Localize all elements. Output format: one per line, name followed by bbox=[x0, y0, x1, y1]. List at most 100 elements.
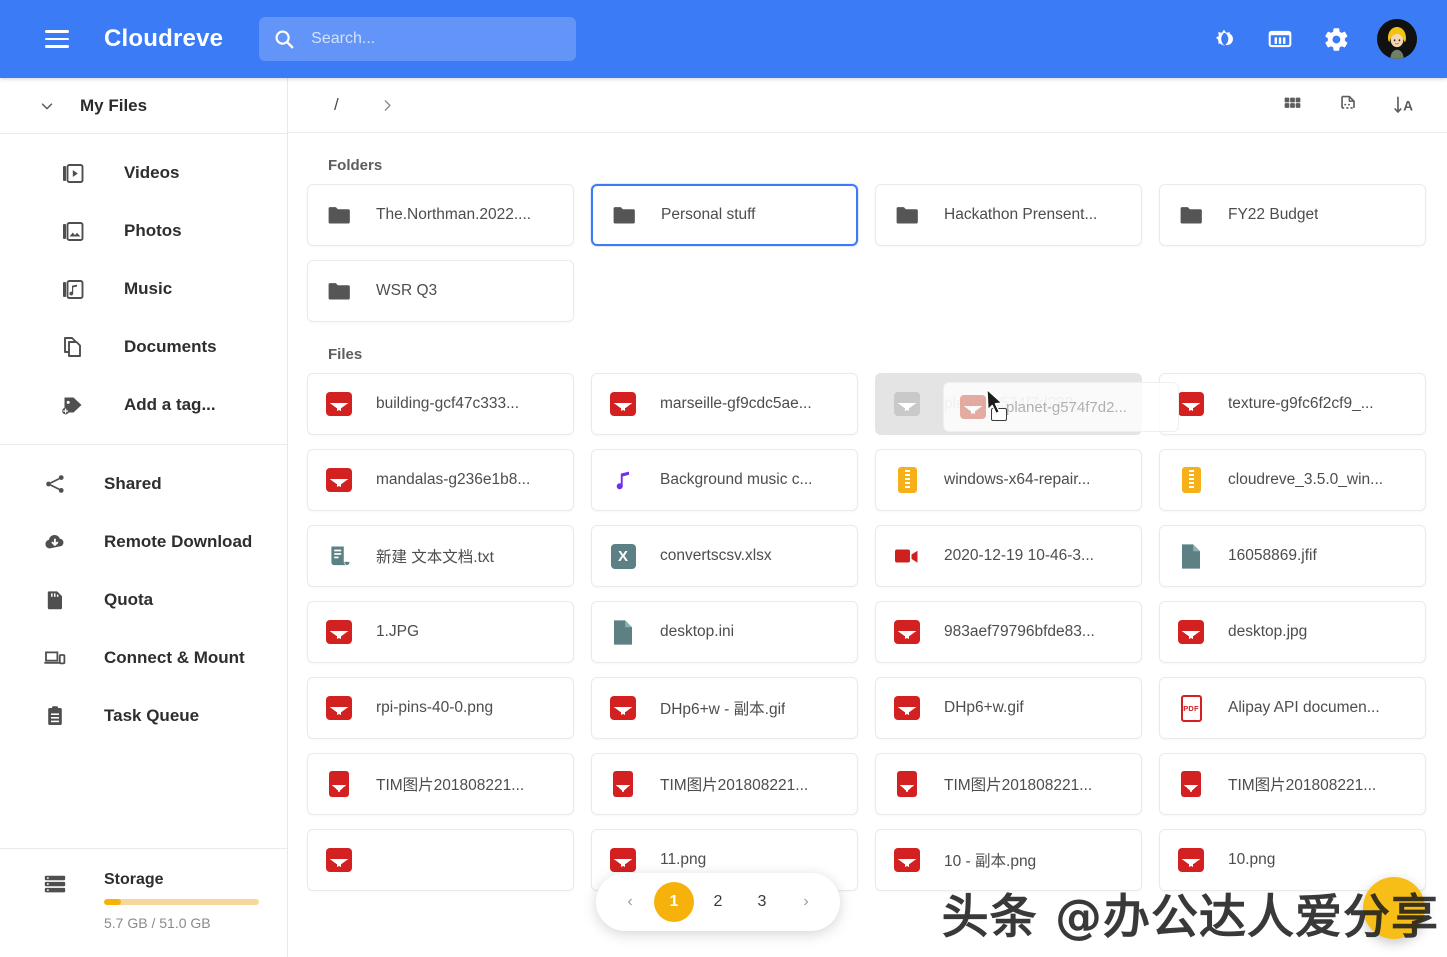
image-file-icon bbox=[324, 617, 354, 647]
image-file-tall-icon bbox=[1176, 769, 1206, 799]
file-name: 10.png bbox=[1228, 851, 1276, 868]
file-card[interactable]: windows-x64-repair... bbox=[875, 449, 1142, 511]
folder-name: Hackathon Prensent... bbox=[944, 206, 1098, 223]
image-file-icon bbox=[608, 693, 638, 723]
file-card[interactable]: TIM图片201808221... bbox=[307, 753, 574, 815]
image-file-tall-icon bbox=[608, 769, 638, 799]
image-file-icon bbox=[324, 845, 354, 875]
generic-file-icon bbox=[1176, 541, 1206, 571]
file-name: texture-g9fc6f2cf9_... bbox=[1228, 395, 1374, 412]
file-name: 2020-12-19 10-46-3... bbox=[944, 547, 1094, 564]
file-card[interactable]: cloudreve_3.5.0_win... bbox=[1159, 449, 1426, 511]
folder-card[interactable]: WSR Q3 bbox=[307, 260, 574, 322]
file-card[interactable]: Background music c... bbox=[591, 449, 858, 511]
toolbar-actions: A bbox=[1275, 88, 1421, 122]
sidebar-item-music[interactable]: Music bbox=[0, 260, 287, 318]
image-file-icon bbox=[892, 845, 922, 875]
sidebar-my-files-toggle[interactable]: My Files bbox=[0, 78, 287, 134]
pagination-page-3[interactable]: 3 bbox=[742, 882, 782, 922]
brightness-sun-moon-icon bbox=[1215, 29, 1233, 47]
sidebar-item-add-tag-label: Add a tag... bbox=[124, 395, 216, 414]
file-name: 16058869.jfif bbox=[1228, 547, 1317, 564]
new-file-button[interactable] bbox=[1331, 88, 1365, 122]
file-card[interactable]: TIM图片201808221... bbox=[591, 753, 858, 815]
new-file-icon bbox=[1341, 95, 1355, 109]
sidebar-item-shared-label: Shared bbox=[104, 474, 162, 493]
image-file-icon bbox=[324, 389, 354, 419]
file-name: TIM图片201808221... bbox=[660, 777, 809, 794]
file-card[interactable] bbox=[307, 829, 574, 891]
sidebar-item-remote-download[interactable]: Remote Download bbox=[0, 513, 287, 571]
capacity-button[interactable] bbox=[1257, 16, 1303, 62]
file-card[interactable]: PDF Alipay API documen... bbox=[1159, 677, 1426, 739]
file-card[interactable]: DHp6+w.gif bbox=[875, 677, 1142, 739]
file-card[interactable]: rpi-pins-40-0.png bbox=[307, 677, 574, 739]
folder-icon bbox=[892, 200, 922, 230]
dark-mode-toggle-button[interactable] bbox=[1201, 16, 1247, 62]
file-card[interactable]: marseille-gf9cdc5ae... bbox=[591, 373, 858, 435]
sd-card-icon bbox=[38, 588, 72, 612]
folder-card[interactable]: Hackathon Prensent... bbox=[875, 184, 1142, 246]
sort-button[interactable]: A bbox=[1387, 88, 1421, 122]
breadcrumb-root[interactable]: / bbox=[334, 95, 339, 115]
avatar[interactable] bbox=[1377, 19, 1417, 59]
image-file-tall-icon bbox=[892, 769, 922, 799]
file-card[interactable]: planet-g574f7d288_... bbox=[875, 373, 1142, 435]
image-file-tall-icon bbox=[324, 769, 354, 799]
pagination-prev[interactable]: ‹ bbox=[610, 882, 650, 922]
clipboard-list-icon bbox=[38, 704, 72, 728]
file-card[interactable]: 983aef79796bfde83... bbox=[875, 601, 1142, 663]
files-grid: building-gcf47c333... marseille-gf9cdc5ae… bbox=[288, 373, 1447, 891]
photos-icon bbox=[56, 219, 90, 243]
folder-card[interactable]: FY22 Budget bbox=[1159, 184, 1426, 246]
file-card[interactable]: desktop.ini bbox=[591, 601, 858, 663]
chevron-right-icon[interactable] bbox=[379, 97, 396, 114]
sidebar-storage[interactable]: Storage 5.7 GB / 51.0 GB bbox=[0, 848, 287, 957]
file-name: DHp6+w.gif bbox=[944, 699, 1024, 716]
search-input[interactable]: Search... bbox=[259, 17, 577, 61]
file-card[interactable]: TIM图片201808221... bbox=[1159, 753, 1426, 815]
pagination-next[interactable]: › bbox=[786, 882, 826, 922]
pagination-page-2[interactable]: 2 bbox=[698, 882, 738, 922]
image-file-icon bbox=[892, 389, 922, 419]
pdf-file-icon: PDF bbox=[1176, 693, 1206, 723]
sidebar-item-connect-mount[interactable]: Connect & Mount bbox=[0, 629, 287, 687]
sidebar-item-add-tag[interactable]: Add a tag... bbox=[0, 376, 287, 434]
file-card[interactable]: texture-g9fc6f2cf9_... bbox=[1159, 373, 1426, 435]
storage-title: Storage bbox=[104, 871, 164, 888]
sidebar-item-shared[interactable]: Shared bbox=[0, 455, 287, 513]
file-name: 11.png bbox=[660, 851, 707, 868]
music-file-icon bbox=[608, 465, 638, 495]
pagination-page-1[interactable]: 1 bbox=[654, 882, 694, 922]
grid-view-button[interactable] bbox=[1275, 88, 1309, 122]
file-card[interactable]: TIM图片201808221... bbox=[875, 753, 1142, 815]
file-card[interactable]: 新建 文本文档.txt bbox=[307, 525, 574, 587]
file-card[interactable]: Xconvertscsv.xlsx bbox=[591, 525, 858, 587]
sidebar-item-documents[interactable]: Documents bbox=[0, 318, 287, 376]
sidebar-item-videos[interactable]: Videos bbox=[0, 144, 287, 202]
folder-card[interactable]: The.Northman.2022.... bbox=[307, 184, 574, 246]
file-card[interactable]: 2020-12-19 10-46-3... bbox=[875, 525, 1142, 587]
sidebar-item-photos[interactable]: Photos bbox=[0, 202, 287, 260]
upload-fab[interactable] bbox=[1363, 877, 1425, 939]
settings-button[interactable] bbox=[1313, 16, 1359, 62]
hamburger-menu-icon[interactable] bbox=[34, 16, 80, 62]
video-file-icon bbox=[892, 541, 922, 571]
file-card[interactable]: DHp6+w - 副本.gif bbox=[591, 677, 858, 739]
file-card[interactable]: 1.JPG bbox=[307, 601, 574, 663]
breadcrumb-toolbar: / A bbox=[288, 78, 1447, 133]
file-card[interactable]: building-gcf47c333... bbox=[307, 373, 574, 435]
image-file-icon bbox=[608, 389, 638, 419]
image-file-icon bbox=[1176, 389, 1206, 419]
file-card[interactable]: 10 - 副本.png bbox=[875, 829, 1142, 891]
sidebar-item-quota[interactable]: Quota bbox=[0, 571, 287, 629]
file-card[interactable]: mandalas-g236e1b8... bbox=[307, 449, 574, 511]
sidebar: My Files Videos Photos Music Documents A… bbox=[0, 78, 288, 957]
file-card[interactable]: 16058869.jfif bbox=[1159, 525, 1426, 587]
sidebar-item-videos-label: Videos bbox=[124, 163, 180, 182]
devices-icon bbox=[38, 646, 72, 670]
header-actions bbox=[1201, 16, 1417, 62]
folder-card[interactable]: Personal stuff bbox=[591, 184, 858, 246]
file-card[interactable]: desktop.jpg bbox=[1159, 601, 1426, 663]
sidebar-item-task-queue[interactable]: Task Queue bbox=[0, 687, 287, 745]
